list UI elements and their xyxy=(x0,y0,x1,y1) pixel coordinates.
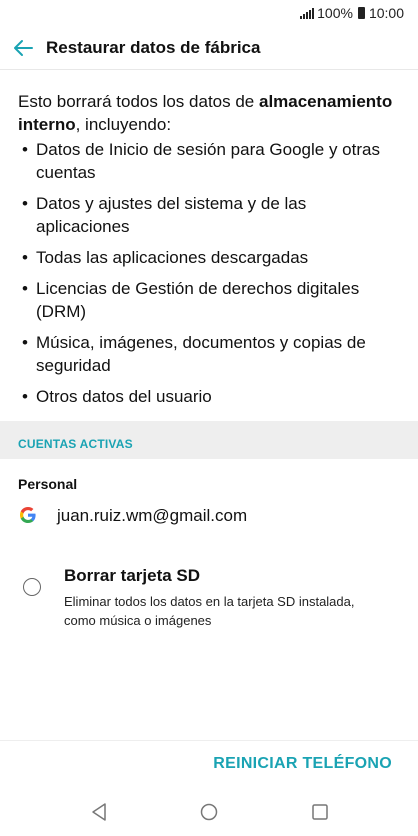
reset-phone-button[interactable]: REINICIAR TELÉFONO xyxy=(213,755,392,773)
app-bar: Restaurar datos de fábrica xyxy=(0,26,418,70)
square-recents-icon[interactable] xyxy=(309,801,331,823)
signal-bars-icon xyxy=(300,7,315,19)
list-item: Música, imágenes, documentos y copias de… xyxy=(22,331,402,377)
triangle-back-icon[interactable] xyxy=(88,801,110,823)
erase-sd-description: Eliminar todos los datos en la tarjeta S… xyxy=(64,594,355,628)
erase-sd-title[interactable]: Borrar tarjeta SD xyxy=(64,566,200,586)
page-title: Restaurar datos de fábrica xyxy=(46,38,261,57)
status-bar: 100% 10:00 xyxy=(0,0,418,26)
list-item: Otros datos del usuario xyxy=(22,385,402,408)
list-item: Licencias de Gestión de derechos digital… xyxy=(22,277,402,323)
warning-text: Esto borrará todos los datos de almacena… xyxy=(18,90,410,136)
data-list: Datos de Inicio de sesión para Google y … xyxy=(22,138,402,416)
status-time: 10:00 xyxy=(368,5,404,21)
battery-percent: 100% xyxy=(317,5,353,21)
warning-prefix: Esto borrará todos los datos de xyxy=(18,92,259,111)
warning-suffix: , incluyendo: xyxy=(75,115,172,134)
list-item: Todas las aplicaciones descargadas xyxy=(22,246,402,269)
arrow-left-icon[interactable] xyxy=(12,37,34,59)
system-nav-bar xyxy=(0,790,418,836)
circle-home-icon[interactable] xyxy=(198,801,220,823)
list-item: Datos de Inicio de sesión para Google y … xyxy=(22,138,402,184)
account-email: juan.ruiz.wm@gmail.com xyxy=(57,506,248,525)
battery-icon xyxy=(357,7,365,19)
divider xyxy=(0,740,418,741)
google-icon xyxy=(20,507,36,523)
section-header-accounts: CUENTAS ACTIVAS xyxy=(0,421,418,459)
list-item: Datos y ajustes del sistema y de las apl… xyxy=(22,192,402,238)
erase-sd-radio[interactable] xyxy=(23,578,41,596)
account-group-label: Personal xyxy=(18,476,78,492)
